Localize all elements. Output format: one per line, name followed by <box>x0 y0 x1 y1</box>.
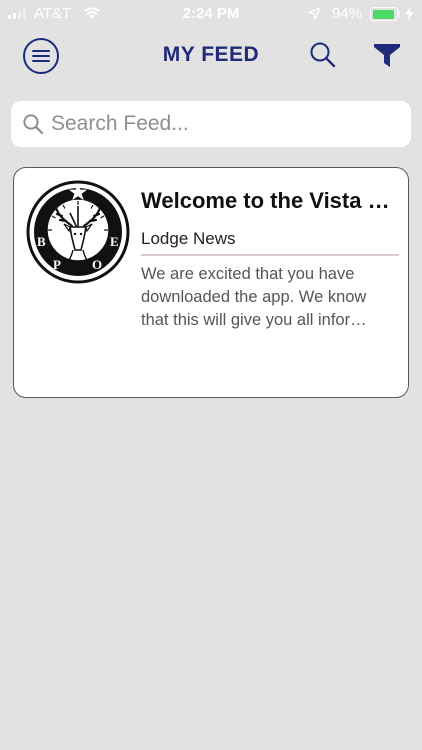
svg-text:B: B <box>37 234 46 249</box>
battery-cap <box>398 11 400 17</box>
page-title: MY FEED <box>162 43 260 66</box>
feed-item-title: Welcome to the Vista Lodge App <box>141 188 399 213</box>
search-input[interactable] <box>51 112 391 136</box>
search-button[interactable] <box>308 40 338 70</box>
status-bar: AT&T 2:24 PM 94% <box>0 0 422 30</box>
svg-text:P: P <box>53 257 61 272</box>
feed-card[interactable]: B P O E Welcome to the Vista Lodge App L… <box>13 167 409 398</box>
feed-item-excerpt: We are excited that you have downloaded … <box>141 265 367 329</box>
search-field-icon <box>23 114 44 135</box>
search-bar <box>11 101 411 147</box>
location-arrow-icon <box>308 7 321 24</box>
battery-icon <box>370 7 398 21</box>
screen: AT&T 2:24 PM 94% MY FEED Search Feed... … <box>0 0 422 750</box>
svg-text:O: O <box>92 257 102 272</box>
feed-item-category: Lodge News <box>141 229 236 248</box>
search-icon <box>310 42 336 68</box>
feed-item-divider <box>141 254 399 256</box>
filter-funnel-icon <box>374 44 400 67</box>
battery-level-fill <box>372 9 395 19</box>
filter-button[interactable] <box>372 41 402 71</box>
charging-bolt-icon <box>405 6 414 25</box>
svg-text:E: E <box>110 234 119 249</box>
nav-bar: MY FEED <box>0 30 422 86</box>
battery-percent: 94% <box>332 5 363 22</box>
bpoe-elk-emblem-icon: B P O E <box>26 180 130 284</box>
